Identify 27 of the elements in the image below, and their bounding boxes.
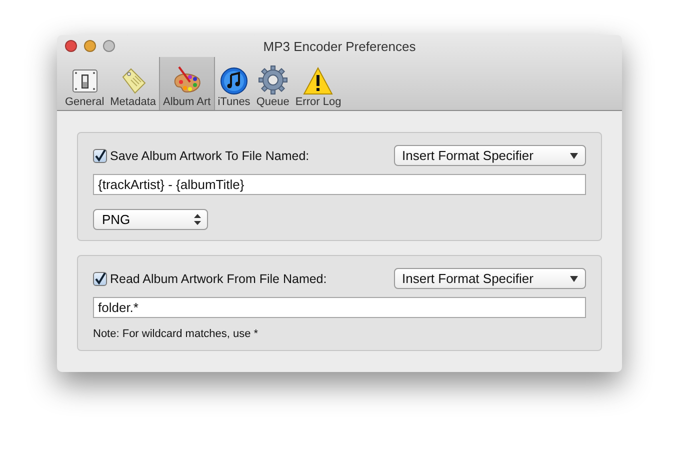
toolbar-tab[interactable]: iTunes [214,57,254,110]
toolbar-tab[interactable]: General [62,57,108,110]
switch-icon [70,67,99,95]
toolbar-tab[interactable]: Error Log [292,57,344,110]
format-specifier-menu[interactable]: Insert Format Specifier [394,268,586,289]
window-title: MP3 Encoder Preferences [263,38,416,54]
checkbox[interactable] [93,272,107,286]
caret-icon [570,152,578,158]
minimize-button[interactable] [84,40,96,52]
stepper-arrows-icon [194,214,201,225]
toolbar-tab[interactable]: Queue [253,57,292,110]
zoom-button[interactable] [103,40,115,52]
checkbox-label: Save Album Artwork To File Named: [110,148,310,162]
checkbox-label: Read Album Artwork From File Named: [110,272,327,286]
caret-icon [570,276,578,282]
file-name-field[interactable]: {trackArtist} - {albumTitle} [93,174,586,195]
format-popup[interactable]: PNG [93,209,208,230]
music-note-icon [220,67,248,95]
format-specifier-menu[interactable]: Insert Format Specifier [394,145,586,166]
note-text: Note: For wildcard matches, use * [93,328,260,340]
checkbox[interactable] [93,148,107,162]
close-button[interactable] [65,40,77,52]
toolbar-tab[interactable]: Album Art [159,57,215,110]
gear-icon [258,65,288,95]
warning-icon [303,67,334,95]
toolbar-tab[interactable]: Metadata [107,57,160,110]
file-name-field[interactable]: folder.* [93,297,586,318]
